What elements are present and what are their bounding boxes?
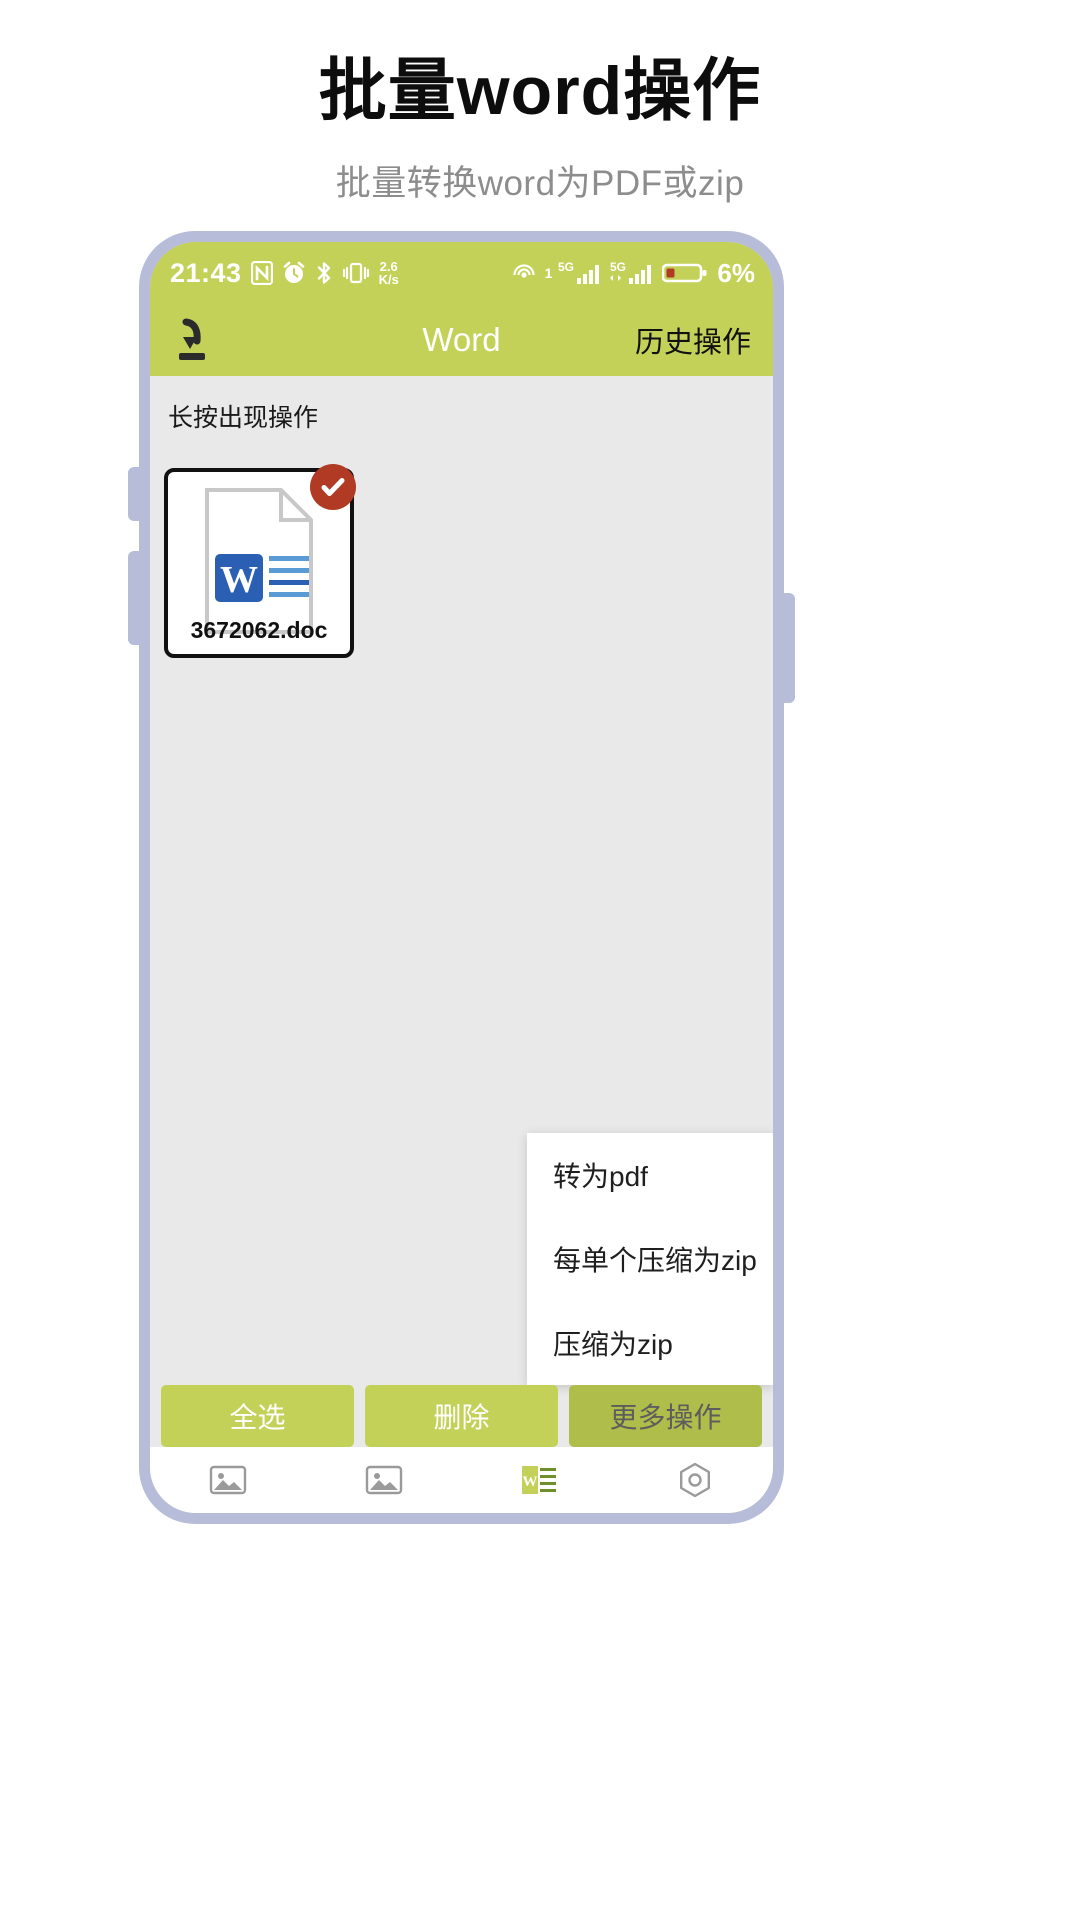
select-all-button[interactable]: 全选: [161, 1385, 354, 1447]
sim2-label: 5G: [610, 260, 626, 274]
sim1-signal-icon: 5G: [558, 260, 604, 286]
sim1-label: 5G: [558, 260, 574, 274]
poster: 批量word操作 批量转换word为PDF或zip 21:43 2.6 K/s …: [0, 0, 1080, 1920]
delete-button[interactable]: 删除: [365, 1385, 558, 1447]
nav-item-settings[interactable]: [617, 1462, 773, 1498]
longpress-hint: 长按出现操作: [168, 404, 319, 432]
popup-item-to-pdf[interactable]: 转为pdf: [527, 1133, 773, 1217]
file-name: 3672062.doc: [190, 617, 328, 643]
settings-icon: [677, 1462, 713, 1498]
nav-item-images-1[interactable]: [150, 1464, 306, 1496]
volume-down-button[interactable]: [128, 551, 140, 645]
alarm-icon: [282, 261, 306, 285]
status-bar-left: 21:43 2.6 K/s: [170, 258, 399, 289]
more-actions-button[interactable]: 更多操作: [569, 1385, 762, 1447]
page-subtitle: 批量转换word为PDF或zip: [335, 164, 745, 203]
popup-item-zip-all[interactable]: 压缩为zip: [527, 1301, 773, 1385]
image-icon: [209, 1464, 247, 1496]
file-card[interactable]: W 3672062.doc: [164, 464, 356, 658]
nav-item-images-2[interactable]: [306, 1464, 462, 1496]
image-icon: [365, 1464, 403, 1496]
svg-text:W: W: [523, 1474, 538, 1490]
volume-up-button[interactable]: [128, 467, 140, 521]
download-icon[interactable]: [170, 317, 214, 363]
power-button[interactable]: [783, 593, 795, 703]
battery-icon: [662, 261, 708, 285]
check-circle-icon[interactable]: [310, 464, 356, 510]
status-time: 21:43: [170, 257, 242, 288]
status-bar: 21:43 2.6 K/s 1 5G 5G 6%: [150, 242, 773, 304]
vibrate-icon: [342, 261, 370, 285]
phone-screen: 21:43 2.6 K/s 1 5G 5G 6% Word 历史操作 长按出现操…: [150, 242, 773, 1513]
history-action-button[interactable]: 历史操作: [635, 319, 751, 361]
nfc-icon: [250, 261, 273, 285]
word-icon: W: [519, 1463, 559, 1497]
nav-item-word[interactable]: W: [462, 1463, 618, 1497]
network-speed-unit: K/s: [378, 272, 399, 287]
network-speed: 2.6 K/s: [379, 260, 399, 286]
page-title: 批量word操作: [318, 53, 762, 129]
content-area: 长按出现操作 W 3672062.doc 转为pdf 每单个压缩为zip 压缩为…: [150, 376, 773, 1513]
sim2-signal-icon: 5G: [610, 260, 656, 286]
popup-item-zip-each[interactable]: 每单个压缩为zip: [527, 1217, 773, 1301]
phone-frame: 21:43 2.6 K/s 1 5G 5G 6% Word 历史操作 长按出现操…: [128, 231, 795, 1524]
bluetooth-icon: [315, 261, 333, 285]
wifi-icon: [513, 261, 539, 285]
battery-percent: 6%: [717, 257, 755, 288]
bottom-nav-bar: W: [150, 1447, 773, 1513]
action-bar: 全选 删除 更多操作: [150, 1385, 773, 1447]
wifi-superscript: 1: [544, 265, 553, 281]
status-bar-right: 1 5G 5G 6%: [513, 258, 755, 289]
svg-text:W: W: [220, 559, 258, 601]
app-bar: Word 历史操作: [150, 304, 773, 376]
more-actions-popup: 转为pdf 每单个压缩为zip 压缩为zip: [527, 1133, 773, 1385]
